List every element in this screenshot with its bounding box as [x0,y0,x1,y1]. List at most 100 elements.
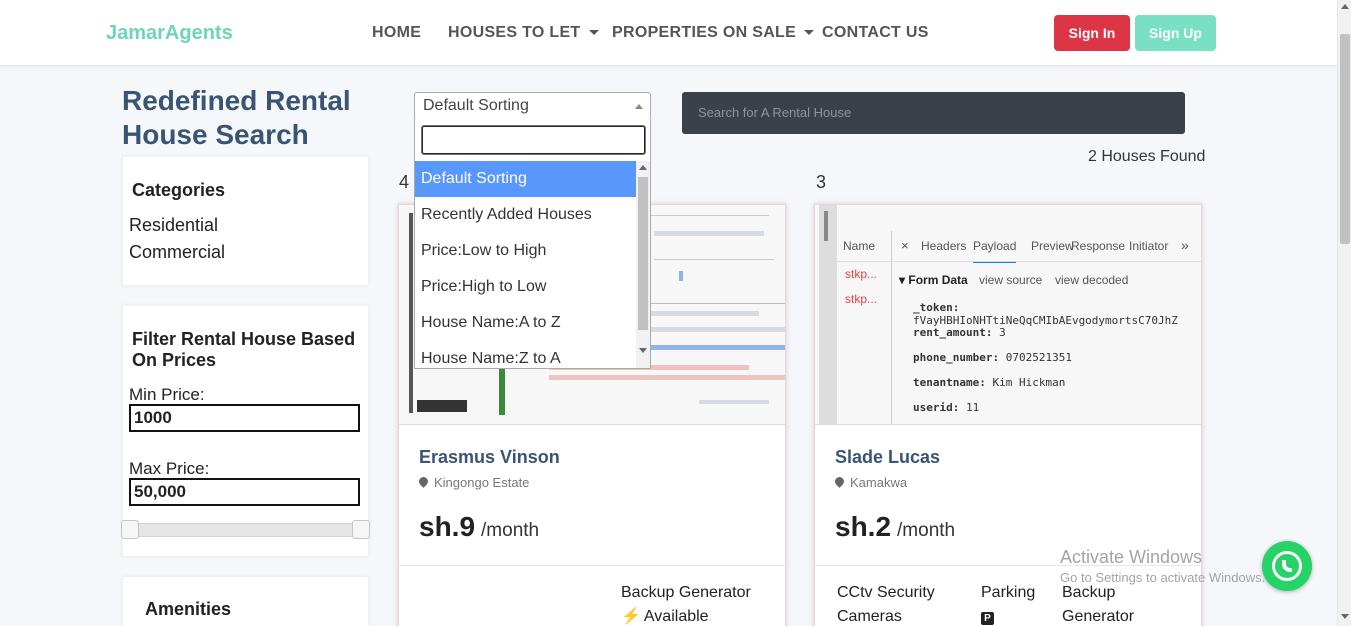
page-title: Redefined Rental House Search [122,85,351,150]
house-name[interactable]: Erasmus Vinson [419,447,560,468]
scroll-up-arrow-icon[interactable] [1341,4,1349,9]
nav-houses-to-let[interactable]: HOUSES TO LET [448,24,599,42]
amenity-status-text: Available [643,608,709,625]
devtools-field-value: 3 [999,326,1006,339]
sort-selected-value: Default Sorting [423,97,529,114]
house-location-text: Kingongo Estate [434,475,530,490]
devtools-field-key: tenantname: [913,376,986,389]
caret-down-icon [588,30,599,36]
divider [399,565,785,566]
slider-max-handle[interactable] [352,520,370,539]
sort-option[interactable]: Recently Added Houses [415,197,636,233]
bolt-icon: ⚡ [621,608,641,625]
dropdown-scroll-thumb[interactable] [638,177,648,330]
house-name[interactable]: Slade Lucas [835,447,940,468]
devtools-view-decoded: view decoded [1055,273,1129,287]
price-period: /month [897,520,956,541]
phone-icon [1282,560,1292,572]
scroll-down-arrow-icon[interactable] [1341,614,1349,619]
price-range-slider[interactable] [129,523,360,537]
price-period: /month [481,520,540,541]
devtools-name-col: Name [843,239,876,253]
house-price: sh.2/month [835,511,955,543]
amenity-label: Backup Generator [621,584,751,601]
nav-properties-on-sale-label: PROPERTIES ON SALE [612,24,797,41]
house-location-text: Kamakwa [850,475,908,490]
devtools-tab-active: Payload [973,239,1017,263]
nav-home-label: HOME [372,24,422,41]
brand-logo[interactable]: JamarAgents [106,22,233,45]
caret-down-icon [804,30,815,36]
amenities-heading: Amenities [145,599,232,619]
devtools-field: _token: fVayHBHIoNHTtiNeQqCMIbAEvgodymor… [913,301,1201,327]
map-pin-icon [417,475,430,488]
sort-search-input[interactable] [421,125,646,155]
devtools-field-value: 0702521351 [1005,351,1072,364]
sign-up-button[interactable]: Sign Up [1135,15,1216,51]
chevron-double-right-icon: » [1181,237,1189,253]
house-location: Kamakwa [833,475,908,490]
min-price-label: Min Price: [129,385,205,404]
devtools-field-key: _token: [913,301,960,314]
amenity-cctv: CCtv Security Cameras [837,584,935,625]
scroll-thumb[interactable] [1340,34,1350,244]
scroll-down-arrow-icon[interactable] [639,348,647,353]
devtools-field-value: 11 [965,401,980,414]
search-input[interactable]: Search for A Rental House [682,92,1185,134]
nav-contact-us[interactable]: CONTACT US [822,24,929,42]
listing-number: 3 [816,172,827,192]
devtools-field-key: userid: [913,401,960,414]
sort-option[interactable]: House Name:A to Z [415,305,636,341]
devtools-field: tenantname: Kim Hickman [913,376,1065,389]
devtools-tab: Headers [921,239,967,253]
house-image[interactable]: Name stkp... stkp... × Headers Payload P… [815,205,1201,425]
listing-number: 4 [399,172,410,192]
devtools-tab: Initiator [1129,239,1169,253]
watermark-subtitle: Go to Settings to activate Windows. [1060,570,1266,585]
min-price-input[interactable]: 1000 [129,404,360,432]
category-commercial[interactable]: Commercial [129,242,225,263]
nav-properties-on-sale[interactable]: PROPERTIES ON SALE [612,24,815,42]
sort-dropdown: Default Sorting Recently Added Houses Pr… [414,119,651,369]
amenity-parking: Parking P [981,581,1035,626]
devtools-field-key: phone_number: [913,351,1000,364]
sort-select[interactable]: Default Sorting [414,92,651,120]
devtools-field: userid: 11 [913,401,979,414]
devtools-field: phone_number: 0702521351 [913,351,1072,364]
whatsapp-icon[interactable] [1262,541,1312,591]
price-filter-heading: Filter Rental House Based On Prices [132,329,356,370]
scroll-up-arrow-icon[interactable] [639,165,647,170]
sort-option[interactable]: House Name:Z to A [415,341,636,368]
categories-heading: Categories [132,180,226,200]
dropdown-scrollbar[interactable] [636,161,650,368]
devtools-form-data-title: ▾ Form Data [899,273,968,287]
close-icon: × [901,238,909,253]
max-price-input[interactable]: 50,000 [129,478,360,506]
house-location: Kingongo Estate [417,475,530,490]
devtools-field-key: rent_amount: [913,326,993,339]
nav-home[interactable]: HOME [372,24,421,42]
devtools-field: rent_amount: 3 [913,326,1006,339]
parking-icon: P [981,612,994,625]
devtools-tab: Preview [1031,239,1074,253]
sort-option[interactable]: Default Sorting [415,161,636,197]
map-pin-icon [833,475,846,488]
devtools-request: stkp... [845,292,878,306]
activate-windows-watermark: Activate Windows Go to Settings to activ… [1060,547,1265,585]
category-residential[interactable]: Residential [129,215,218,236]
nav-contact-us-label: CONTACT US [822,24,929,41]
devtools-tab: Response [1071,239,1126,253]
whatsapp-ring [1272,551,1302,581]
watermark-title: Activate Windows [1060,547,1203,567]
sign-in-button[interactable]: Sign In [1054,15,1130,51]
slider-min-handle[interactable] [121,520,139,539]
page-scrollbar[interactable] [1337,0,1351,626]
sort-option[interactable]: Price:Low to High [415,233,636,269]
devtools-request: stkp... [845,267,878,281]
amenity-backup-generator: Backup Generator ⚡ Available [621,581,751,626]
amenity-status: ⚡ Available [621,605,751,626]
amenity-backup-generator: Backup Generator [1062,584,1135,625]
devtools-field-value: Kim Hickman [992,376,1066,389]
amenity-label: Parking [981,584,1036,601]
sort-option[interactable]: Price:High to Low [415,269,636,305]
